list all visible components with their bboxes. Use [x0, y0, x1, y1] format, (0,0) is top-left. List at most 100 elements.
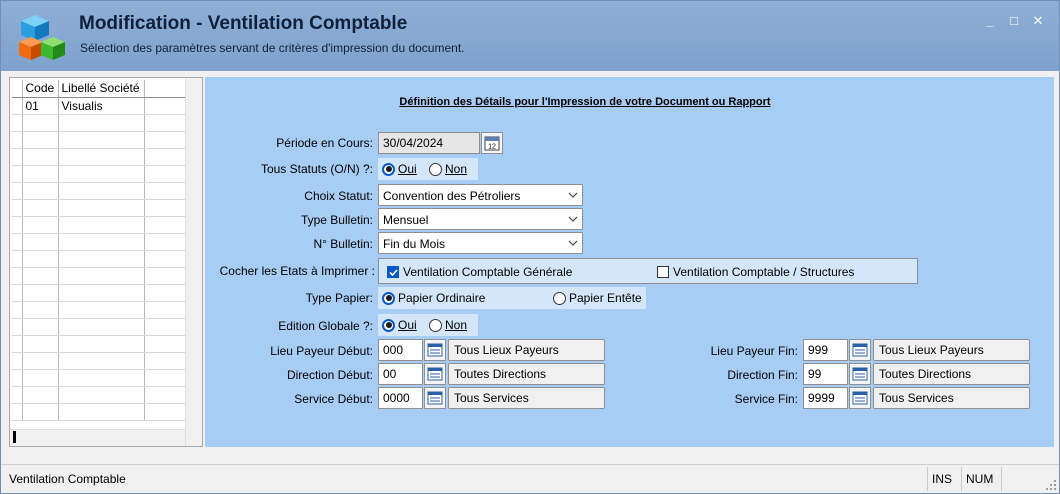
table-row[interactable]	[12, 250, 187, 268]
calendar-button[interactable]: 12	[481, 132, 503, 154]
grid-header-libelle[interactable]: Libellé Société	[58, 80, 145, 98]
cell-empty[interactable]	[144, 114, 187, 132]
table-row[interactable]	[12, 114, 187, 132]
cell-libelle[interactable]	[58, 131, 145, 149]
cell-code[interactable]	[22, 114, 59, 132]
cell-empty[interactable]	[144, 165, 187, 183]
table-row[interactable]	[12, 352, 187, 370]
cell-libelle[interactable]	[58, 386, 145, 404]
cell-code[interactable]	[22, 267, 59, 285]
cell-libelle[interactable]	[58, 216, 145, 234]
cell-empty[interactable]	[144, 301, 187, 319]
cell-libelle[interactable]	[58, 267, 145, 285]
direction-fin-input[interactable]: 99	[803, 363, 848, 385]
cell-code[interactable]	[22, 386, 59, 404]
cell-libelle[interactable]	[58, 233, 145, 251]
lieu-payeur-debut-lookup-button[interactable]	[424, 339, 446, 361]
resize-grip-icon[interactable]	[1045, 479, 1057, 491]
cell-code[interactable]	[22, 216, 59, 234]
cell-libelle[interactable]	[58, 284, 145, 302]
cell-libelle[interactable]	[58, 318, 145, 336]
service-debut-input[interactable]: 0000	[378, 387, 423, 409]
table-row[interactable]	[12, 216, 187, 234]
cell-empty[interactable]	[144, 250, 187, 268]
cell-libelle[interactable]	[58, 199, 145, 217]
cell-libelle[interactable]	[58, 369, 145, 387]
cell-libelle[interactable]	[58, 403, 145, 421]
cell-libelle[interactable]	[58, 148, 145, 166]
cell-libelle[interactable]	[58, 352, 145, 370]
papier-ordinaire-radio[interactable]: Papier Ordinaire	[382, 291, 485, 305]
tous-statuts-non-radio[interactable]: Non	[429, 162, 467, 176]
lieu-payeur-fin-lookup-button[interactable]	[849, 339, 871, 361]
etat-structures-checkbox[interactable]: Ventilation Comptable / Structures	[657, 265, 854, 279]
table-row[interactable]: 01 Visualis	[12, 97, 187, 115]
num-bulletin-select[interactable]: Fin du Mois	[378, 232, 583, 254]
table-row[interactable]	[12, 131, 187, 149]
cell-empty[interactable]	[144, 318, 187, 336]
table-row[interactable]	[12, 386, 187, 404]
grid-horizontal-scrollbar[interactable]	[10, 429, 185, 446]
table-row[interactable]	[12, 403, 187, 421]
cell-code[interactable]	[22, 165, 59, 183]
etat-generale-checkbox[interactable]: Ventilation Comptable Générale	[387, 265, 572, 279]
lieu-payeur-fin-input[interactable]: 999	[803, 339, 848, 361]
grid-header-code[interactable]: Code	[22, 80, 59, 98]
table-row[interactable]	[12, 199, 187, 217]
table-row[interactable]	[12, 335, 187, 353]
cell-code[interactable]	[22, 403, 59, 421]
table-row[interactable]	[12, 301, 187, 319]
service-fin-input[interactable]: 9999	[803, 387, 848, 409]
cell-empty[interactable]	[144, 199, 187, 217]
table-row[interactable]	[12, 165, 187, 183]
cell-empty[interactable]	[144, 369, 187, 387]
table-row[interactable]	[12, 233, 187, 251]
table-row[interactable]	[12, 318, 187, 336]
cell-empty[interactable]	[144, 335, 187, 353]
cell-libelle[interactable]: Visualis	[58, 97, 145, 115]
table-row[interactable]	[12, 182, 187, 200]
grid-vertical-scrollbar[interactable]	[185, 78, 202, 446]
edition-globale-non-radio[interactable]: Non	[429, 318, 467, 332]
cell-libelle[interactable]	[58, 182, 145, 200]
table-row[interactable]	[12, 148, 187, 166]
table-row[interactable]	[12, 267, 187, 285]
cell-libelle[interactable]	[58, 335, 145, 353]
cell-empty[interactable]	[144, 233, 187, 251]
lieu-payeur-debut-input[interactable]: 000	[378, 339, 423, 361]
cell-empty[interactable]	[144, 148, 187, 166]
cell-code[interactable]	[22, 233, 59, 251]
cell-empty[interactable]	[144, 284, 187, 302]
cell-libelle[interactable]	[58, 165, 145, 183]
minimize-button[interactable]: _	[981, 13, 999, 29]
type-bulletin-select[interactable]: Mensuel	[378, 208, 583, 230]
cell-code[interactable]: 01	[22, 97, 59, 115]
table-row[interactable]	[12, 369, 187, 387]
choix-statut-select[interactable]: Convention des Pétroliers	[378, 184, 583, 206]
periode-input[interactable]: 30/04/2024	[378, 132, 480, 154]
service-debut-lookup-button[interactable]	[424, 387, 446, 409]
cell-code[interactable]	[22, 318, 59, 336]
table-row[interactable]	[12, 284, 187, 302]
cell-empty[interactable]	[144, 403, 187, 421]
cell-empty[interactable]	[144, 386, 187, 404]
direction-debut-input[interactable]: 00	[378, 363, 423, 385]
cell-code[interactable]	[22, 250, 59, 268]
cell-code[interactable]	[22, 199, 59, 217]
cell-empty[interactable]	[144, 182, 187, 200]
cell-empty[interactable]	[144, 216, 187, 234]
cell-empty[interactable]	[144, 97, 187, 115]
cell-code[interactable]	[22, 182, 59, 200]
maximize-button[interactable]: □	[1005, 13, 1023, 29]
cell-code[interactable]	[22, 284, 59, 302]
cell-libelle[interactable]	[58, 301, 145, 319]
cell-empty[interactable]	[144, 352, 187, 370]
cell-empty[interactable]	[144, 267, 187, 285]
papier-entete-radio[interactable]: Papier Entête	[553, 291, 642, 305]
tous-statuts-oui-radio[interactable]: Oui	[382, 162, 417, 176]
direction-debut-lookup-button[interactable]	[424, 363, 446, 385]
close-button[interactable]: ✕	[1029, 13, 1047, 29]
cell-code[interactable]	[22, 335, 59, 353]
cell-empty[interactable]	[144, 131, 187, 149]
cell-libelle[interactable]	[58, 250, 145, 268]
